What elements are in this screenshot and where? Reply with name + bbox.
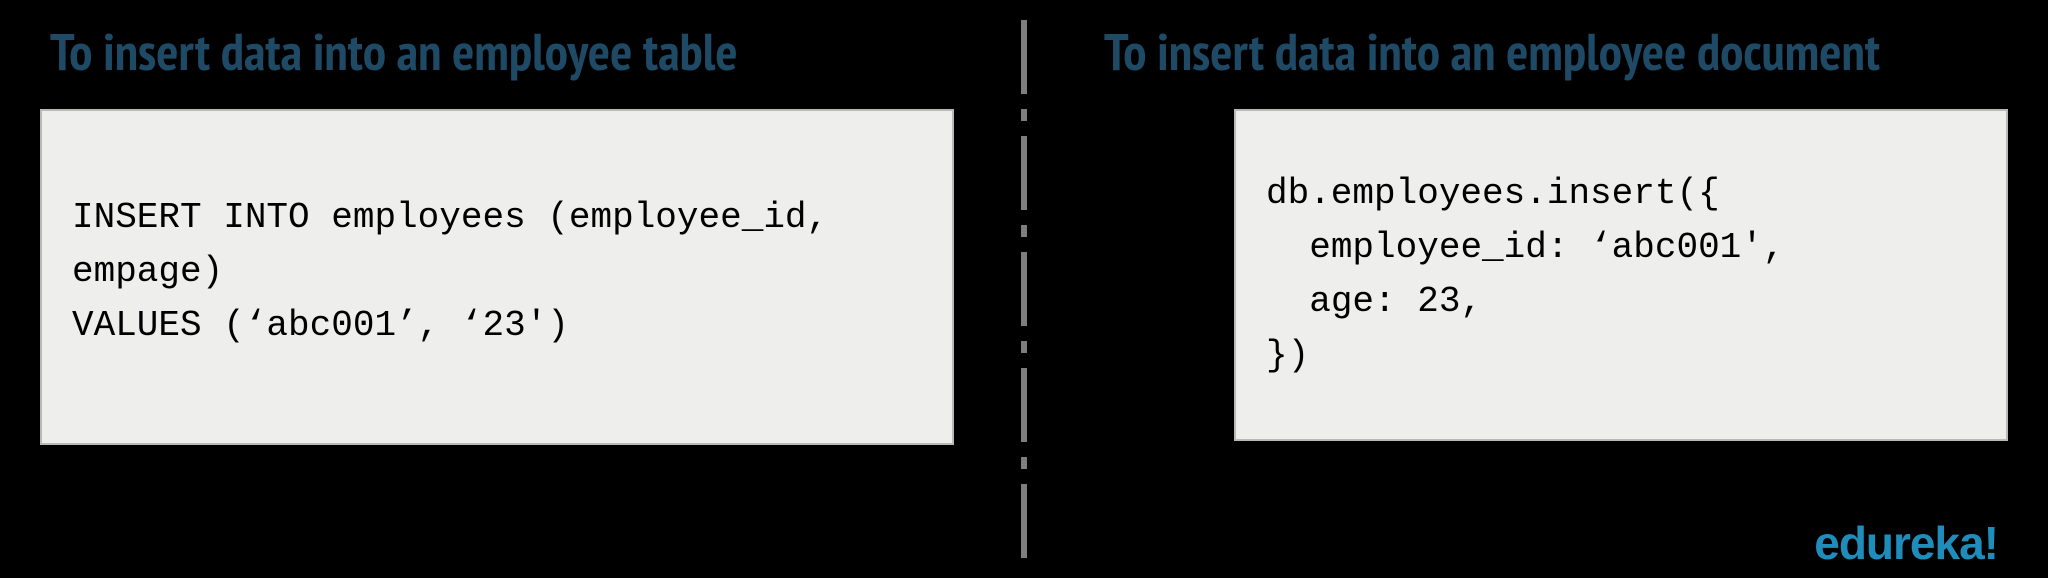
brand-logo: edureka!: [1814, 516, 1998, 570]
right-column: To insert data into an employee document…: [1024, 18, 2008, 538]
left-heading: To insert data into an employee table: [50, 18, 954, 85]
left-column: To insert data into an employee table IN…: [40, 18, 1024, 538]
sql-code: INSERT INTO employees (employee_id, empa…: [72, 191, 922, 353]
vertical-divider: [1021, 20, 1027, 558]
mongo-code: db.employees.insert({ employee_id: ‘abc0…: [1266, 167, 1976, 383]
right-heading: To insert data into an employee document: [1104, 18, 2008, 85]
mongo-code-box: db.employees.insert({ employee_id: ‘abc0…: [1234, 109, 2008, 441]
sql-code-box: INSERT INTO employees (employee_id, empa…: [40, 109, 954, 445]
